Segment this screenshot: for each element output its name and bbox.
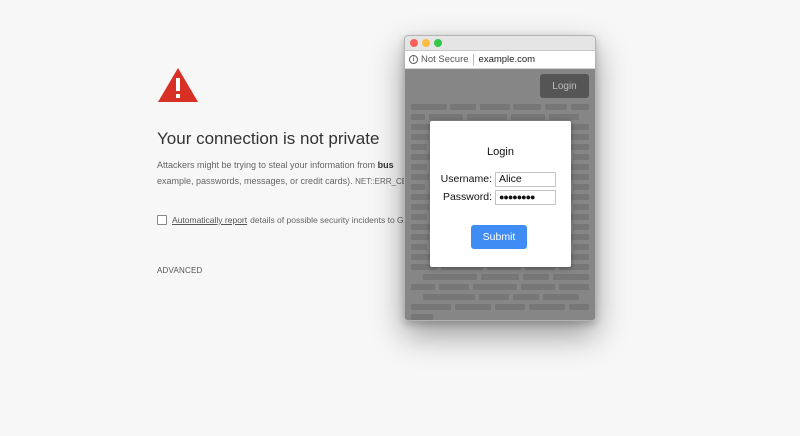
login-dialog: Login Username: Alice Password: ●●●●●●●●… [430, 121, 571, 267]
placeholder-bar [569, 304, 589, 310]
placeholder-bar [559, 284, 589, 290]
description-prefix: Attackers might be trying to steal your … [157, 160, 376, 170]
placeholder-bar [511, 114, 545, 120]
placeholder-bar [571, 144, 589, 150]
placeholder-row [405, 304, 595, 310]
placeholder-row [405, 294, 595, 300]
placeholder-bar [513, 104, 541, 110]
placeholder-row [405, 314, 595, 320]
password-label: Password: [442, 191, 492, 203]
placeholder-bar [480, 104, 510, 110]
security-indicator[interactable]: Not Secure [421, 54, 474, 65]
placeholder-bar [571, 214, 589, 220]
warning-triangle-icon [158, 68, 198, 102]
placeholder-bar [411, 284, 435, 290]
placeholder-bar [450, 104, 476, 110]
close-icon[interactable] [410, 39, 418, 47]
placeholder-bar [573, 224, 589, 230]
placeholder-bar [411, 244, 427, 250]
placeholder-bar [571, 174, 589, 180]
dialog-title: Login [487, 146, 514, 158]
placeholder-bar [411, 114, 425, 120]
placeholder-bar [411, 214, 427, 220]
placeholder-bar [573, 244, 589, 250]
placeholder-bar [411, 174, 429, 180]
password-input[interactable]: ●●●●●●●● [495, 189, 556, 205]
placeholder-bar [411, 134, 429, 140]
placeholder-bar [411, 194, 431, 200]
placeholder-bar [411, 184, 425, 190]
error-code: NET::ERR_CER [355, 177, 407, 186]
placeholder-bar [573, 184, 589, 190]
advanced-button[interactable]: ADVANCED [157, 266, 202, 275]
username-input[interactable]: Alice [495, 171, 556, 187]
address-bar[interactable]: i Not Secure example.com [405, 51, 595, 69]
username-row: Username: Alice [430, 171, 571, 187]
report-row: Automatically report details of possible… [157, 213, 407, 227]
url-domain[interactable]: example.com [479, 54, 536, 65]
placeholder-bar [571, 234, 589, 240]
placeholder-bar [439, 284, 469, 290]
placeholder-bar [521, 284, 555, 290]
placeholder-bar [573, 204, 589, 210]
placeholder-bar [467, 114, 507, 120]
placeholder-bar [411, 314, 433, 320]
placeholder-bar [411, 234, 429, 240]
placeholder-bar [429, 114, 463, 120]
placeholder-bar [423, 274, 477, 280]
placeholder-bar [569, 134, 589, 140]
placeholder-row [405, 114, 595, 120]
placeholder-bar [573, 154, 589, 160]
placeholder-bar [553, 274, 589, 280]
placeholder-bar [495, 304, 525, 310]
placeholder-row [405, 284, 595, 290]
placeholder-bar [571, 254, 589, 260]
placeholder-bar [411, 254, 431, 260]
report-text: details of possible security incidents t… [250, 215, 407, 225]
placeholder-bar [411, 164, 427, 170]
placeholder-bar [411, 154, 431, 160]
description-line2: example, passwords, messages, or credit … [157, 176, 353, 186]
password-row: Password: ●●●●●●●● [430, 189, 571, 205]
placeholder-bar [571, 194, 589, 200]
placeholder-bar [479, 294, 509, 300]
report-link[interactable]: Automatically report [172, 215, 247, 225]
minimize-icon[interactable] [422, 39, 430, 47]
placeholder-bar [455, 304, 491, 310]
placeholder-bar [411, 304, 451, 310]
submit-button[interactable]: Submit [471, 225, 527, 249]
info-icon[interactable]: i [409, 55, 418, 64]
report-checkbox[interactable] [157, 215, 167, 225]
placeholder-bar [571, 164, 589, 170]
placeholder-bar [571, 104, 589, 110]
placeholder-bar [513, 294, 539, 300]
placeholder-bar [411, 104, 447, 110]
description-site: bus [377, 160, 394, 170]
error-description: Attackers might be trying to steal your … [157, 157, 407, 190]
username-label: Username: [440, 173, 492, 185]
error-title: Your connection is not private [157, 129, 380, 148]
placeholder-bar [411, 144, 427, 150]
placeholder-bar [569, 124, 589, 130]
placeholder-bar [549, 114, 579, 120]
maximize-icon[interactable] [434, 39, 442, 47]
placeholder-row [405, 104, 595, 110]
placeholder-bar [529, 304, 565, 310]
placeholder-bar [545, 104, 567, 110]
placeholder-row [405, 274, 595, 280]
placeholder-bar [481, 274, 519, 280]
placeholder-bar [411, 204, 429, 210]
header-login-button[interactable]: Login [540, 74, 589, 98]
placeholder-bar [423, 294, 475, 300]
placeholder-bar [543, 294, 579, 300]
placeholder-bar [473, 284, 517, 290]
window-titlebar[interactable] [405, 36, 595, 51]
placeholder-bar [523, 274, 549, 280]
placeholder-bar [411, 224, 431, 230]
